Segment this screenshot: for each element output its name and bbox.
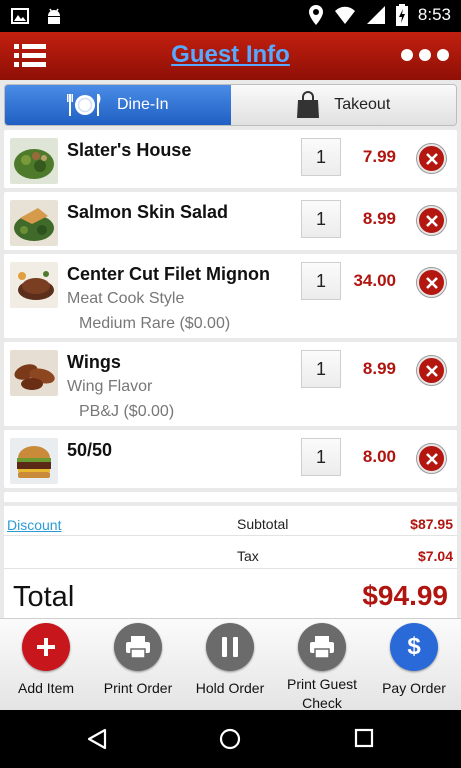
hold-order-button[interactable]: Hold Order (184, 623, 276, 698)
pause-icon (206, 623, 254, 671)
wifi-icon (334, 6, 355, 24)
print-order-button[interactable]: Print Order (92, 623, 184, 698)
total-label: Total (13, 581, 75, 613)
discount-link[interactable]: Discount (7, 517, 61, 533)
item-name: Wings (67, 352, 121, 372)
location-icon (308, 5, 323, 25)
action-label: Add Item (17, 680, 75, 696)
quantity-field[interactable]: 1 (301, 438, 341, 476)
close-icon (425, 364, 438, 377)
order-totals: Discount Subtotal $87.95 Tax $7.04 Total… (4, 506, 457, 618)
modifier-label: Wing Flavor (67, 378, 153, 395)
page-title[interactable]: Guest Info (0, 41, 461, 69)
add-item-button[interactable]: Add Item (0, 623, 92, 698)
order-item[interactable]: Center Cut Filet Mignon Meat Cook Style … (4, 254, 457, 338)
action-label: Print Order (103, 680, 173, 696)
close-icon (425, 152, 438, 165)
item-name: Slater's House (67, 140, 192, 160)
remove-item-button[interactable] (417, 356, 446, 385)
action-label: Hold Order (195, 680, 265, 696)
tab-label: Dine-In (116, 96, 169, 113)
food-thumbnail-wings (10, 350, 58, 396)
recents-icon[interactable] (354, 728, 374, 748)
back-icon[interactable] (86, 728, 108, 750)
pay-order-button[interactable]: $ Pay Order (368, 623, 460, 698)
item-name: 50/50 (67, 440, 113, 460)
item-price: 8.00 (362, 447, 396, 466)
order-item-list[interactable]: Slater's House 1 7.99 Salmon Skin Salad … (4, 130, 457, 502)
tab-label: Takeout (334, 96, 391, 113)
tax-value: $7.04 (417, 548, 453, 564)
clock: 8:53 (417, 5, 451, 24)
modifier-label: Meat Cook Style (67, 290, 185, 307)
image-icon (11, 8, 29, 24)
subtotal-label: Subtotal (237, 516, 289, 532)
quantity-field[interactable]: 1 (301, 350, 341, 388)
subtotal-value: $87.95 (410, 516, 453, 532)
action-label: Print Guest Check (286, 676, 358, 711)
order-item[interactable]: 50/50 1 8.00 (4, 430, 457, 488)
dollar-icon: $ (390, 623, 438, 671)
tab-dine-in[interactable]: Dine-In (5, 85, 231, 125)
subtotal-row: Discount Subtotal $87.95 (4, 506, 457, 536)
order-item[interactable]: Wings Wing Flavor PB&J ($0.00) 1 8.99 (4, 342, 457, 426)
printer-icon (114, 623, 162, 671)
plus-icon (22, 623, 70, 671)
item-price: 8.99 (362, 209, 396, 228)
modifier-value: PB&J ($0.00) (79, 403, 175, 420)
remove-item-button[interactable] (417, 206, 446, 235)
printer-icon (298, 623, 346, 671)
close-icon (425, 214, 438, 227)
food-thumbnail-steak (10, 262, 58, 308)
tab-takeout[interactable]: Takeout (230, 85, 456, 125)
quantity-field[interactable]: 1 (301, 262, 341, 300)
signal-icon (366, 6, 385, 24)
close-icon (425, 452, 438, 465)
app-header: Guest Info (0, 32, 461, 80)
order-item-partial[interactable] (4, 492, 457, 502)
action-label: Pay Order (382, 680, 446, 696)
quantity-field[interactable]: 1 (301, 138, 341, 176)
android-icon (48, 8, 60, 24)
order-item[interactable]: Salmon Skin Salad 1 8.99 (4, 192, 457, 250)
tax-label: Tax (237, 548, 259, 564)
item-price: 7.99 (362, 147, 396, 166)
more-dots-icon[interactable] (401, 49, 449, 61)
food-thumbnail-salad (10, 138, 58, 184)
item-price: 34.00 (353, 271, 396, 290)
system-nav-bar (0, 710, 461, 768)
shopping-bag-icon (297, 91, 320, 118)
food-thumbnail-salmon-salad (10, 200, 58, 246)
plate-cutlery-icon (66, 94, 101, 116)
home-icon[interactable] (219, 728, 241, 750)
item-name: Salmon Skin Salad (67, 202, 229, 222)
remove-item-button[interactable] (417, 268, 446, 297)
remove-item-button[interactable] (417, 444, 446, 473)
total-value: $94.99 (362, 580, 448, 611)
order-item[interactable]: Slater's House 1 7.99 (4, 130, 457, 188)
food-thumbnail-burger (10, 438, 58, 484)
item-name: Center Cut Filet Mignon (67, 264, 270, 284)
remove-item-button[interactable] (417, 144, 446, 173)
quantity-field[interactable]: 1 (301, 200, 341, 238)
battery-charging-icon (395, 4, 408, 26)
close-icon (425, 276, 438, 289)
order-type-tabs: Dine-In Takeout (4, 84, 457, 126)
action-bar: Add Item Print Order Hold Order Print Gu… (0, 618, 461, 713)
status-bar: 8:53 (0, 0, 461, 32)
tax-row: Tax $7.04 (4, 539, 457, 569)
modifier-value: Medium Rare ($0.00) (79, 315, 231, 332)
item-price: 8.99 (362, 359, 396, 378)
print-guest-check-button[interactable]: Print Guest Check (276, 623, 368, 713)
